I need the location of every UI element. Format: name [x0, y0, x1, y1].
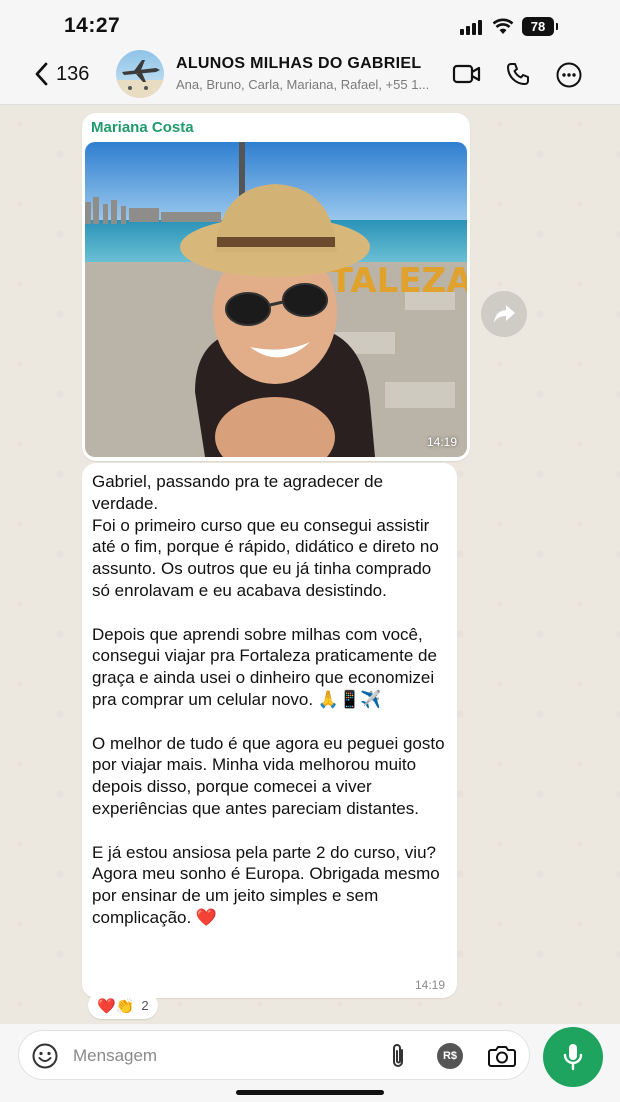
message-timestamp: 14:19	[414, 978, 445, 992]
status-time: 14:27	[64, 14, 121, 37]
group-title[interactable]: ALUNOS MILHAS DO GABRIEL	[176, 55, 421, 73]
more-icon[interactable]	[556, 62, 582, 88]
payment-icon[interactable]: R$	[437, 1043, 463, 1069]
mic-icon	[563, 1044, 583, 1071]
photo-timestamp: 14:19	[426, 435, 457, 449]
selfie-photo: FORTALEZA	[85, 142, 467, 457]
chat-header: 136 ALUNOS MILHAS DO GABRIEL Ana, Bruno,…	[0, 50, 620, 105]
phone-icon[interactable]	[506, 62, 530, 86]
reaction-count: 2	[141, 998, 149, 1013]
back-button[interactable]: 136	[34, 62, 89, 86]
signal-icon	[460, 19, 484, 35]
message-input[interactable]: Mensagem R$	[18, 1030, 530, 1080]
wifi-icon	[492, 18, 514, 34]
message-body: Gabriel, passando pra te agradecer de ve…	[92, 472, 445, 927]
unread-count: 136	[56, 62, 90, 85]
group-avatar[interactable]	[116, 50, 164, 98]
attach-icon[interactable]	[389, 1042, 407, 1070]
airplane-photo-icon	[116, 60, 164, 98]
text-message[interactable]: Gabriel, passando pra te agradecer de ve…	[82, 463, 457, 998]
reactions-pill[interactable]: ❤️👏 2	[88, 992, 158, 1019]
battery-indicator: 78	[522, 17, 558, 36]
back-chevron-icon	[35, 62, 48, 86]
reaction-emojis: ❤️👏	[97, 996, 135, 1015]
forward-icon	[494, 305, 515, 323]
message-placeholder: Mensagem	[73, 1046, 158, 1065]
sender-name[interactable]: Mariana Costa	[91, 119, 194, 136]
home-indicator	[236, 1090, 384, 1095]
message-photo[interactable]: FORTALEZA 14:19	[85, 142, 467, 457]
sticker-icon[interactable]	[32, 1043, 58, 1069]
mic-button[interactable]	[543, 1027, 603, 1087]
group-members[interactable]: Ana, Bruno, Carla, Mariana, Rafael, +55 …	[176, 77, 441, 92]
status-bar: 14:27 78	[0, 0, 620, 50]
image-message[interactable]: Mariana Costa FORTALEZA 14:19	[82, 113, 470, 461]
forward-button[interactable]	[481, 291, 527, 337]
video-call-icon[interactable]	[452, 62, 482, 86]
camera-icon[interactable]	[488, 1044, 516, 1068]
